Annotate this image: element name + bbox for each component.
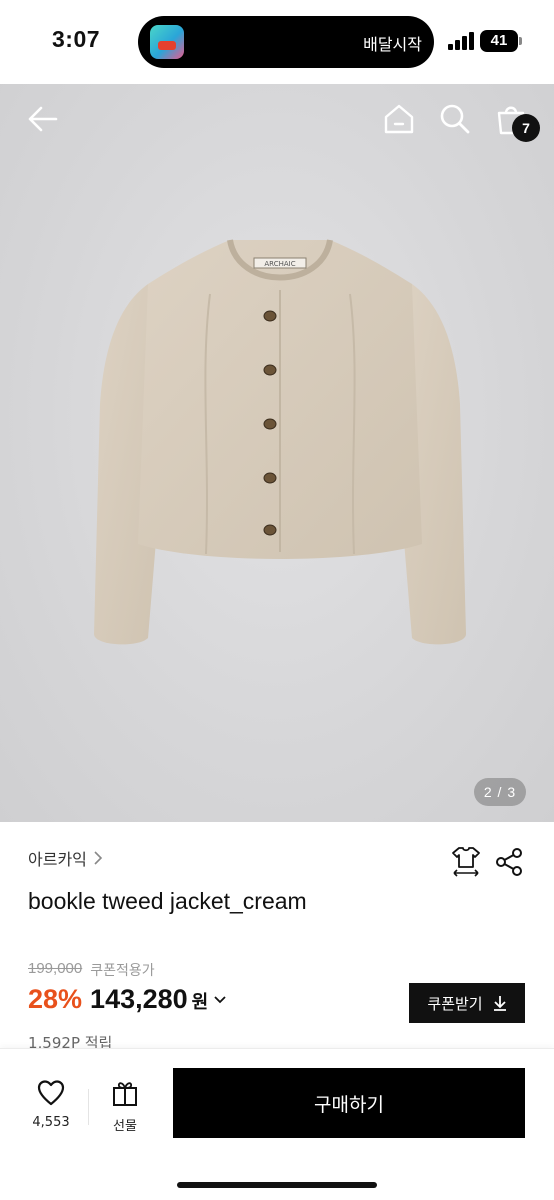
gift-label: 선물 — [113, 1119, 137, 1134]
bottom-action-bar: 4,553 선물 구매하기 — [0, 1048, 554, 1200]
share-icon[interactable] — [494, 847, 524, 877]
like-button[interactable]: 4,553 — [22, 1079, 80, 1141]
size-guide-icon[interactable] — [450, 845, 482, 877]
coupon-download-button[interactable]: 쿠폰받기 — [409, 983, 525, 1023]
cellular-signal-icon — [448, 32, 474, 50]
jacket-tag-text: ARCHAIC — [264, 260, 295, 268]
search-icon[interactable] — [438, 102, 472, 136]
heart-icon — [37, 1080, 65, 1106]
brand-link[interactable]: 아르카익 — [28, 846, 103, 870]
like-count: 4,553 — [32, 1115, 70, 1130]
coupon-price-label: 쿠폰적용가 — [90, 963, 155, 979]
gift-icon — [113, 1082, 137, 1106]
original-price-row: 199,000 쿠폰적용가 — [28, 960, 155, 980]
product-title: bookle tweed jacket_cream — [28, 888, 307, 914]
image-pager: 2 / 3 — [474, 778, 526, 806]
home-icon[interactable] — [382, 102, 416, 136]
dynamic-island[interactable]: 배달시작 — [138, 16, 434, 68]
download-icon — [493, 996, 506, 1011]
currency-unit: 원 — [191, 992, 209, 1013]
product-image-gallery[interactable]: ARCHAIC 7 2 / 3 — [0, 84, 554, 822]
island-status-text: 배달시작 — [363, 35, 422, 54]
divider — [88, 1089, 89, 1125]
chevron-down-icon[interactable] — [214, 995, 226, 1005]
delivery-app-icon — [150, 25, 184, 59]
jacket-image: ARCHAIC — [94, 239, 466, 645]
gift-button[interactable]: 선물 — [98, 1079, 152, 1141]
discount-rate: 28% — [28, 984, 83, 1014]
original-price: 199,000 — [28, 960, 83, 977]
back-arrow-icon[interactable] — [26, 102, 60, 136]
home-indicator — [177, 1182, 377, 1188]
coupon-button-label: 쿠폰받기 — [427, 994, 483, 1013]
sale-price: 143,280 — [90, 984, 188, 1014]
battery-icon: 41 — [480, 30, 522, 52]
buy-button[interactable]: 구매하기 — [173, 1068, 525, 1138]
cart-count-badge[interactable]: 7 — [512, 114, 540, 142]
price-row[interactable]: 28% 143,280 원 — [28, 984, 226, 1015]
chevron-right-icon — [94, 851, 103, 865]
status-bar: 3:07 배달시작 41 — [0, 0, 554, 84]
brand-name: 아르카익 — [28, 850, 87, 869]
status-time: 3:07 — [52, 26, 101, 52]
